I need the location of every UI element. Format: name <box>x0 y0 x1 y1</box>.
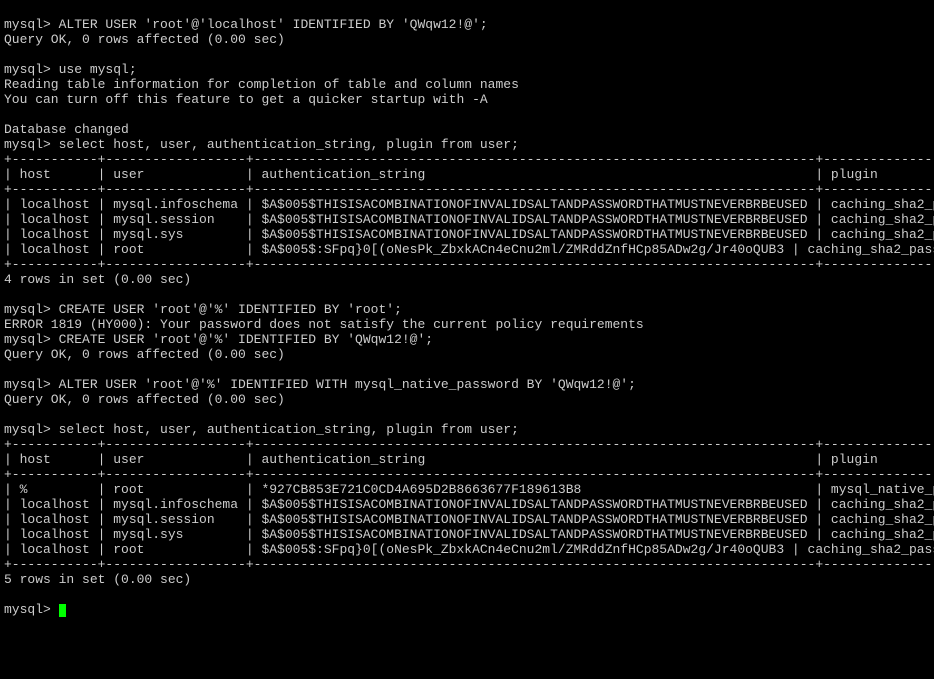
terminal-output: mysql> ALTER USER 'root'@'localhost' IDE… <box>4 17 930 617</box>
output-line: mysql> select host, user, authentication… <box>4 422 519 437</box>
output-line: mysql> CREATE USER 'root'@'%' IDENTIFIED… <box>4 332 433 347</box>
output-line: | localhost | mysql.session | $A$005$THI… <box>4 212 934 227</box>
output-line: +-----------+------------------+--------… <box>4 557 934 572</box>
output-line: mysql> ALTER USER 'root'@'%' IDENTIFIED … <box>4 377 636 392</box>
output-line: | localhost | root | $A$005$:SFpq}0[(oNe… <box>4 242 934 257</box>
output-line: mysql> select host, user, authentication… <box>4 137 519 152</box>
output-line: Reading table information for completion… <box>4 77 519 92</box>
output-line: Query OK, 0 rows affected (0.00 sec) <box>4 32 285 47</box>
output-line: +-----------+------------------+--------… <box>4 467 934 482</box>
output-line: Query OK, 0 rows affected (0.00 sec) <box>4 392 285 407</box>
output-line: Query OK, 0 rows affected (0.00 sec) <box>4 347 285 362</box>
output-line: +-----------+------------------+--------… <box>4 182 934 197</box>
output-line: 4 rows in set (0.00 sec) <box>4 272 191 287</box>
output-line: mysql> ALTER USER 'root'@'localhost' IDE… <box>4 17 488 32</box>
output-line: | host | user | authentication_string | … <box>4 452 934 467</box>
output-line: | localhost | mysql.sys | $A$005$THISISA… <box>4 227 934 242</box>
output-line: | localhost | mysql.sys | $A$005$THISISA… <box>4 527 934 542</box>
output-line: | % | root | *927CB853E721C0CD4A695D2B86… <box>4 482 934 497</box>
output-line: | localhost | root | $A$005$:SFpq}0[(oNe… <box>4 542 934 557</box>
output-line: Database changed <box>4 122 129 137</box>
output-line: +-----------+------------------+--------… <box>4 152 934 167</box>
prompt-line[interactable]: mysql> <box>4 602 59 617</box>
output-line: +-----------+------------------+--------… <box>4 257 934 272</box>
output-line: You can turn off this feature to get a q… <box>4 92 488 107</box>
output-line: 5 rows in set (0.00 sec) <box>4 572 191 587</box>
output-line: mysql> CREATE USER 'root'@'%' IDENTIFIED… <box>4 302 402 317</box>
output-line: +-----------+------------------+--------… <box>4 437 934 452</box>
output-line: | localhost | mysql.infoschema | $A$005$… <box>4 197 934 212</box>
output-line: | localhost | mysql.session | $A$005$THI… <box>4 512 934 527</box>
output-line: | host | user | authentication_string | … <box>4 167 934 182</box>
output-line: ERROR 1819 (HY000): Your password does n… <box>4 317 644 332</box>
output-line: | localhost | mysql.infoschema | $A$005$… <box>4 497 934 512</box>
output-line: mysql> use mysql; <box>4 62 137 77</box>
